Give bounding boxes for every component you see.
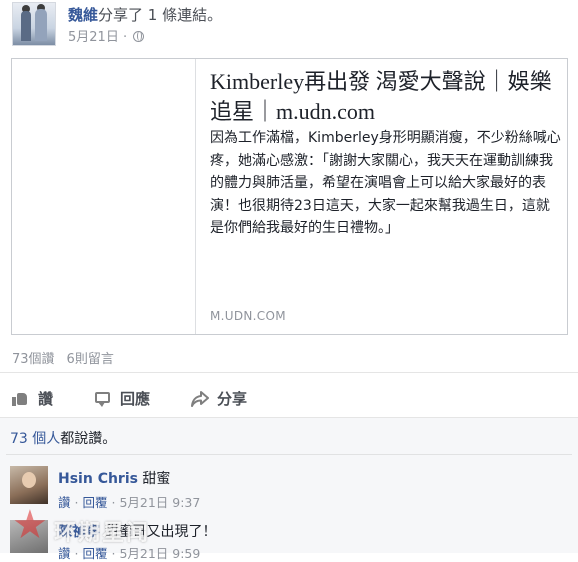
post-date[interactable]: 5月21日 [68,30,119,45]
divider [6,454,572,455]
likes-summary: 73 個人都說讚。 [10,428,116,448]
star-icon: ★ [12,502,48,548]
link-domain: M.UDN.COM [210,309,286,323]
post-header: 魏維分享了 1 條連結。 [68,4,222,25]
like-icon [12,390,30,408]
likes-summary-suffix: 都說讚。 [60,431,117,447]
likes-count[interactable]: 73個讚 [12,352,55,367]
comment-button-label: 回應 [120,390,151,408]
share-icon [191,390,209,408]
comment-icon [94,390,112,408]
post-meta: 5月21日 · [68,26,145,45]
commenter-name[interactable]: Hsin Chris [58,471,138,487]
link-preview-card[interactable]: Kimberley再出發 渴愛大聲說｜娛樂追星｜m.udn.com 因為工作滿檔… [11,58,568,335]
meta-separator: · [122,30,128,45]
author-avatar[interactable] [12,2,56,46]
likers-link[interactable]: 73 個人 [10,431,60,447]
share-button-label: 分享 [217,390,248,408]
watermark-text: 环期星闻 [54,521,151,546]
comment-button[interactable]: 回應 [94,388,150,409]
globe-icon[interactable] [133,31,145,42]
share-button[interactable]: 分享 [191,388,247,409]
link-description: 因為工作滿檔，Kimberley身形明顯消瘦，不少粉絲喊心疼，她滿心感激：「謝謝… [210,130,561,236]
engagement-counts: 73個讚 6則留言 [12,348,114,367]
divider [0,372,578,373]
commenter-avatar[interactable] [10,466,48,504]
comment-body: Hsin Chris 甜蜜 [58,468,170,488]
comments-count[interactable]: 6則留言 [67,352,114,367]
comment-text: 甜蜜 [142,471,171,487]
like-button-label: 讚 [38,390,54,408]
link-thumbnail[interactable] [12,59,196,334]
share-action-text: 分享了 1 條連結。 [98,6,223,24]
author-name[interactable]: 魏維 [68,6,98,24]
link-title[interactable]: Kimberley再出發 渴愛大聲說｜娛樂追星｜m.udn.com [210,67,560,127]
like-button[interactable]: 讚 [12,388,53,409]
watermark: ★ 环期星闻 [12,503,162,553]
